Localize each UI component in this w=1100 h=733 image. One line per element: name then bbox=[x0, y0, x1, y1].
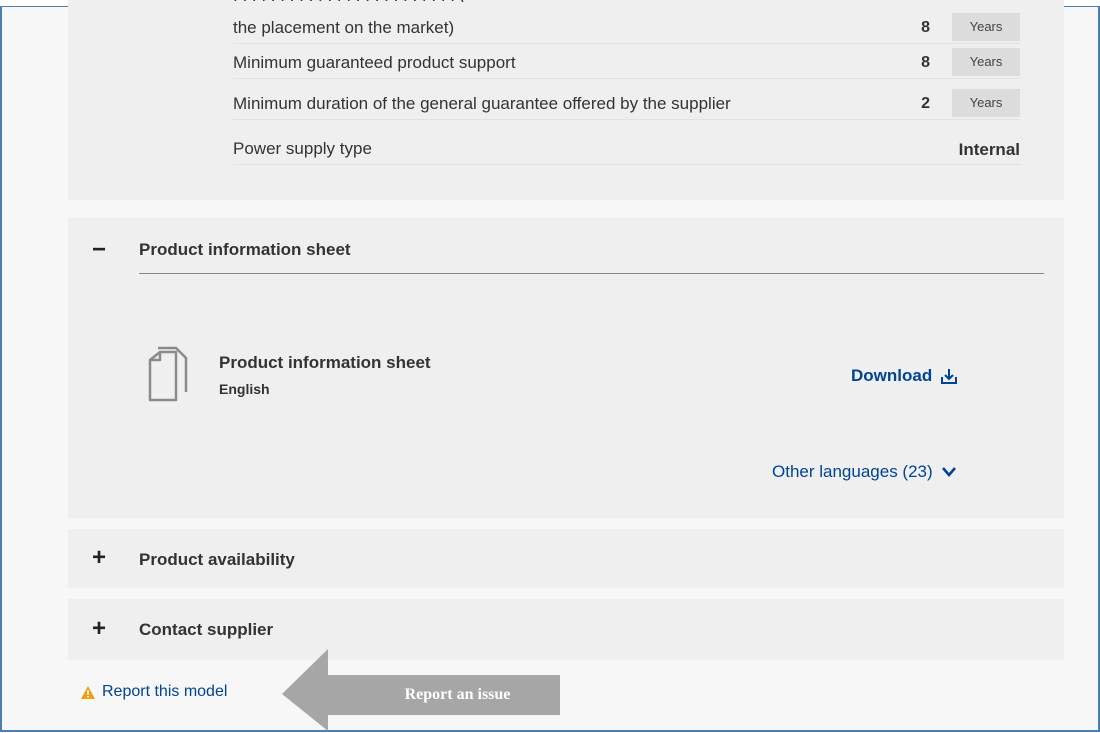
annotation-label: Report an issue bbox=[404, 686, 511, 703]
expand-toggle[interactable]: + bbox=[92, 546, 106, 570]
download-label: Download bbox=[851, 366, 933, 385]
spec-value: Internal bbox=[958, 140, 1020, 159]
spec-unit: Years bbox=[952, 48, 1020, 76]
spec-label: Power supply type bbox=[233, 139, 372, 158]
accordion-title[interactable]: Product availability bbox=[139, 550, 295, 570]
spec-unit: Years bbox=[952, 89, 1020, 117]
spec-unit: Years bbox=[952, 13, 1020, 41]
cut-off-text: . . . . . . . . . . . . . . . . . . . . … bbox=[233, 0, 733, 2]
spec-row-product-support: Minimum guaranteed product support 8 Yea… bbox=[233, 47, 1020, 79]
warning-icon bbox=[81, 685, 95, 699]
divider bbox=[139, 273, 1044, 274]
download-link[interactable]: Download bbox=[851, 366, 958, 386]
document-icon bbox=[148, 346, 190, 402]
spec-row-power-supply: Power supply type Internal bbox=[233, 133, 1020, 165]
report-label: Report this model bbox=[102, 683, 228, 700]
report-model-link[interactable]: Report this model bbox=[80, 683, 227, 701]
download-icon bbox=[941, 369, 958, 384]
document-title: Product information sheet bbox=[219, 353, 431, 372]
product-information-sheet-panel: − Product information sheet Product info… bbox=[68, 218, 1064, 518]
spec-label: Minimum duration of the general guarante… bbox=[233, 94, 731, 113]
other-languages-label: Other languages (23) bbox=[772, 462, 933, 481]
accordion-title[interactable]: Product information sheet bbox=[139, 240, 351, 260]
expand-toggle[interactable]: + bbox=[92, 617, 106, 641]
spec-row-placement: the placement on the market) 8 Years bbox=[233, 12, 1020, 44]
collapse-toggle[interactable]: − bbox=[92, 238, 106, 262]
spec-value: 2 bbox=[921, 95, 930, 112]
specifications-panel: . . . . . . . . . . . . . . . . . . . . … bbox=[68, 0, 1064, 200]
spec-label: the placement on the market) bbox=[233, 18, 455, 37]
accordion-title[interactable]: Contact supplier bbox=[139, 620, 273, 640]
spec-row-guarantee: Minimum duration of the general guarante… bbox=[233, 88, 1020, 120]
document-language: English bbox=[219, 381, 270, 397]
contact-supplier-panel[interactable]: + Contact supplier bbox=[68, 599, 1064, 660]
spec-value: 8 bbox=[921, 19, 930, 36]
spec-value: 8 bbox=[921, 54, 930, 71]
chevron-down-icon bbox=[941, 467, 956, 477]
other-languages-toggle[interactable]: Other languages (23) bbox=[772, 462, 957, 482]
product-availability-panel[interactable]: + Product availability bbox=[68, 529, 1064, 588]
spec-label: Minimum guaranteed product support bbox=[233, 53, 516, 72]
